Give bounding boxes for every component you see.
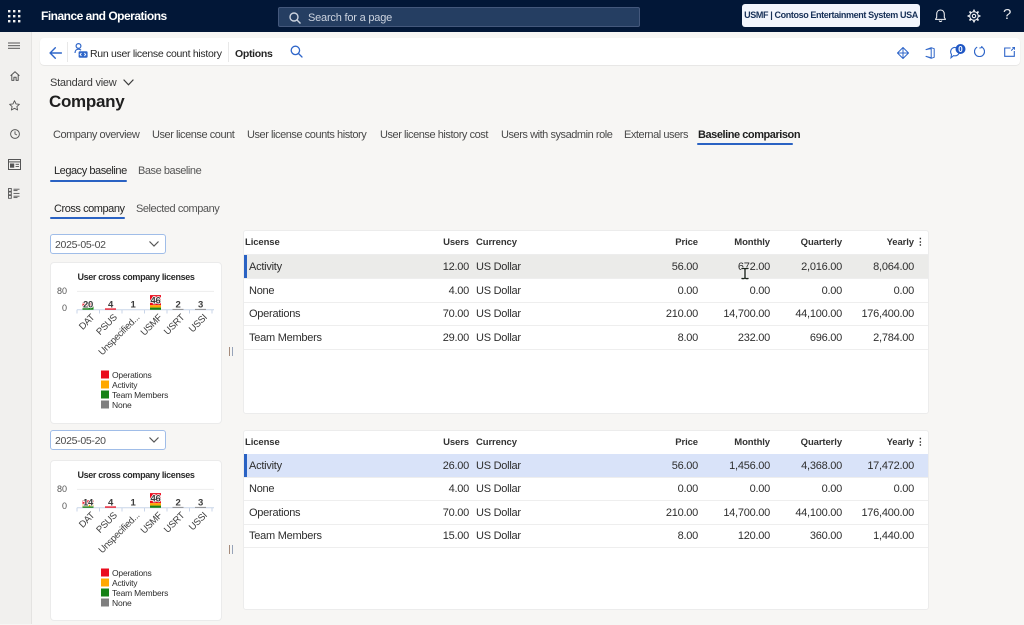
svg-text:20: 20: [83, 300, 93, 311]
svg-text:USRT: USRT: [162, 510, 187, 535]
svg-text:None: None: [112, 598, 132, 608]
svg-text:Team Members: Team Members: [112, 588, 168, 598]
svg-text:0: 0: [62, 303, 67, 313]
svg-text:3: 3: [198, 300, 203, 311]
svg-text:Operations: Operations: [112, 370, 152, 380]
svg-text:3: 3: [198, 498, 203, 509]
svg-text:USSI: USSI: [187, 312, 210, 335]
svg-text:46: 46: [151, 296, 161, 307]
svg-text:80: 80: [57, 484, 67, 494]
svg-text:USSI: USSI: [187, 510, 210, 533]
svg-text:0: 0: [62, 501, 67, 511]
svg-text:User cross company licenses: User cross company licenses: [77, 272, 194, 282]
svg-text:1: 1: [131, 498, 137, 509]
svg-text:2: 2: [176, 498, 181, 509]
svg-text:Operations: Operations: [112, 568, 152, 578]
svg-text:USRT: USRT: [162, 312, 187, 337]
svg-text:Activity: Activity: [112, 380, 138, 390]
svg-text:Team Members: Team Members: [112, 390, 168, 400]
svg-text:1: 1: [131, 300, 137, 311]
svg-text:46: 46: [151, 494, 161, 505]
svg-text:2: 2: [176, 300, 181, 311]
svg-text:14: 14: [83, 498, 94, 509]
svg-text:Activity: Activity: [112, 578, 138, 588]
svg-text:USMF: USMF: [139, 312, 165, 338]
svg-text:User cross company licenses: User cross company licenses: [77, 470, 194, 480]
svg-text:80: 80: [57, 286, 67, 296]
svg-text:0: 0: [958, 45, 963, 54]
svg-text:USMF: USMF: [139, 510, 165, 536]
svg-text:None: None: [112, 400, 132, 410]
